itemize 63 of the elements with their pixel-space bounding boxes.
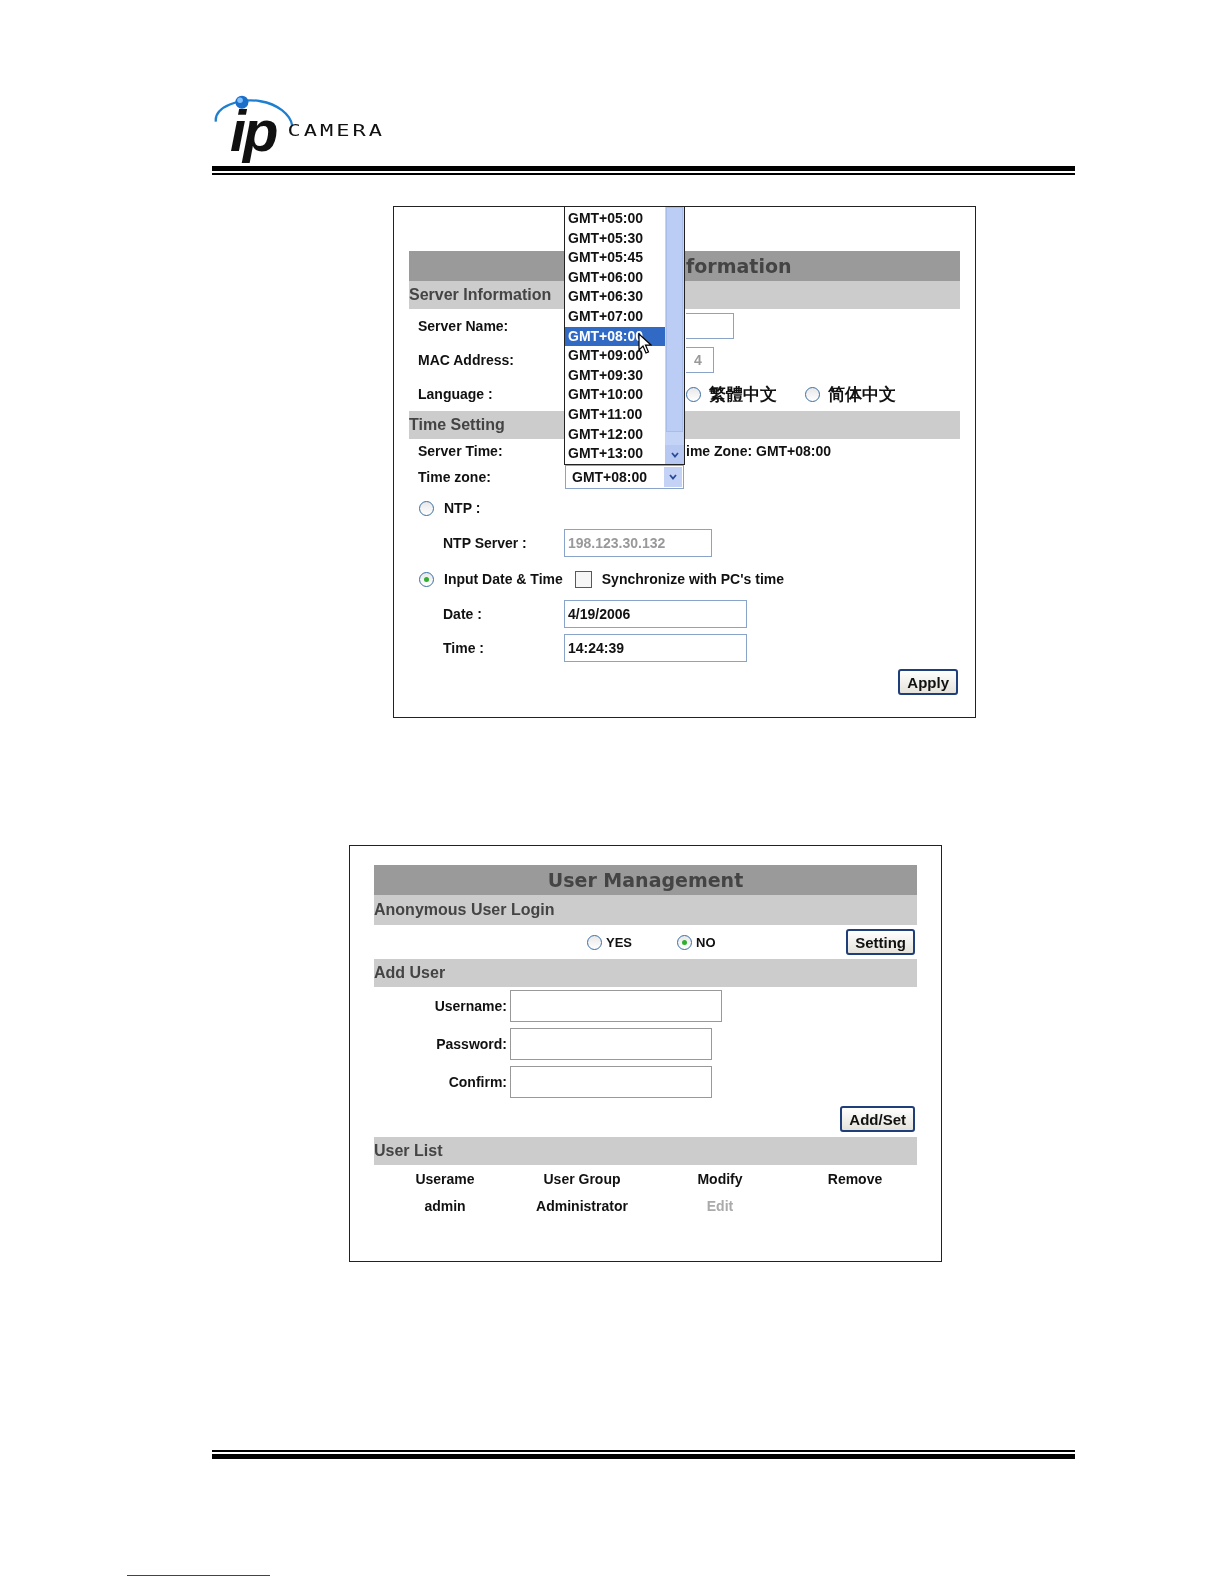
field-label: Server Name: [417,318,510,334]
radio-button[interactable] [805,386,820,402]
chevron-icon [664,467,682,487]
dropdown-option[interactable]: GMT+05:00 [565,209,665,229]
column-header: Userame [415,1171,475,1187]
column-header: User Group [543,1171,621,1187]
column-header: Modify [697,1171,743,1187]
apply-button[interactable]: Apply [898,669,958,695]
scroll-down-button[interactable] [665,445,684,464]
dropdown-option[interactable]: GMT+09:30 [565,365,665,386]
dropdown-option[interactable]: GMT+10:00 [565,385,665,405]
radio-button[interactable] [587,934,602,950]
field-label: Server Time: [417,443,504,459]
input-field[interactable]: 4/19/2006 [564,600,747,628]
radio-label: Input Date & Time [444,571,563,587]
column-header: Remove [827,1171,883,1187]
radio-button[interactable] [677,934,692,950]
field-label: Password: [435,1036,507,1052]
add-set-button[interactable]: Add/Set [840,1106,915,1132]
radio-label: YES [606,934,632,950]
dropdown-option[interactable]: GMT+05:45 [565,248,665,268]
field-label: Time zone: [417,469,492,485]
radio-label: NTP : [444,500,481,516]
setting-button[interactable]: Setting [846,929,915,955]
section-header: User Management [374,865,917,895]
dropdown-option[interactable]: GMT+09:00 [565,346,665,366]
scrollbar-thumb[interactable] [666,207,683,432]
table-cell: Administrator [536,1198,628,1214]
radio-label: 繁體中文 [709,382,777,406]
radio-button[interactable] [686,386,701,402]
radio-button[interactable] [419,571,434,587]
section-bar: User List [374,1137,917,1165]
dropdown-list[interactable]: GMT+05:00 GMT+05:30 GMT+05:45 GMT+06:00 GMT+06:30 GMT+07:00 GMT+08:00 GMT+09:00 GMT+09:30 GMT+10:00 GMT+11:00 GMT+12:00 GMT+13:00 [564,207,685,465]
field-label: NTP Server : [442,535,528,551]
checkbox[interactable] [574,570,592,588]
input-field[interactable] [686,313,734,339]
section-bar: Add User [374,959,917,987]
radio-button[interactable] [419,500,434,516]
radio-label: 简体中文 [828,382,896,406]
dropdown-option[interactable]: GMT+07:00 [565,306,665,327]
input-field[interactable] [510,1028,712,1060]
input-field[interactable] [510,990,722,1022]
header-title: formation [686,255,792,277]
radio-label: NO [696,934,716,950]
dropdown-option[interactable]: GMT+13:00 [565,444,665,464]
field-label: Time : [442,640,485,656]
field-label: MAC Address: [417,352,515,368]
input-field[interactable]: 14:24:39 [564,634,747,662]
time-zone-select[interactable]: GMT+08:00 [565,465,684,489]
section-bar: Anonymous User Login [374,895,917,925]
checkbox-label: Synchronize with PC's time [601,571,785,587]
field-label: Confirm: [447,1074,507,1090]
server-time-text: ime Zone: GMT+08:00 [686,443,832,459]
dropdown-option[interactable]: GMT+08:00 [565,326,665,347]
field-label: Language : [417,386,494,402]
field-label: Username: [433,998,507,1014]
logo-text: CAMERA [287,122,386,140]
scrollbar[interactable] [665,207,684,464]
input-field[interactable] [510,1066,712,1098]
dropdown-option[interactable]: GMT+05:30 [565,228,665,249]
field-label: Date : [442,606,483,622]
dropdown-option[interactable]: GMT+06:30 [565,287,665,307]
table-cell: admin [424,1198,466,1214]
